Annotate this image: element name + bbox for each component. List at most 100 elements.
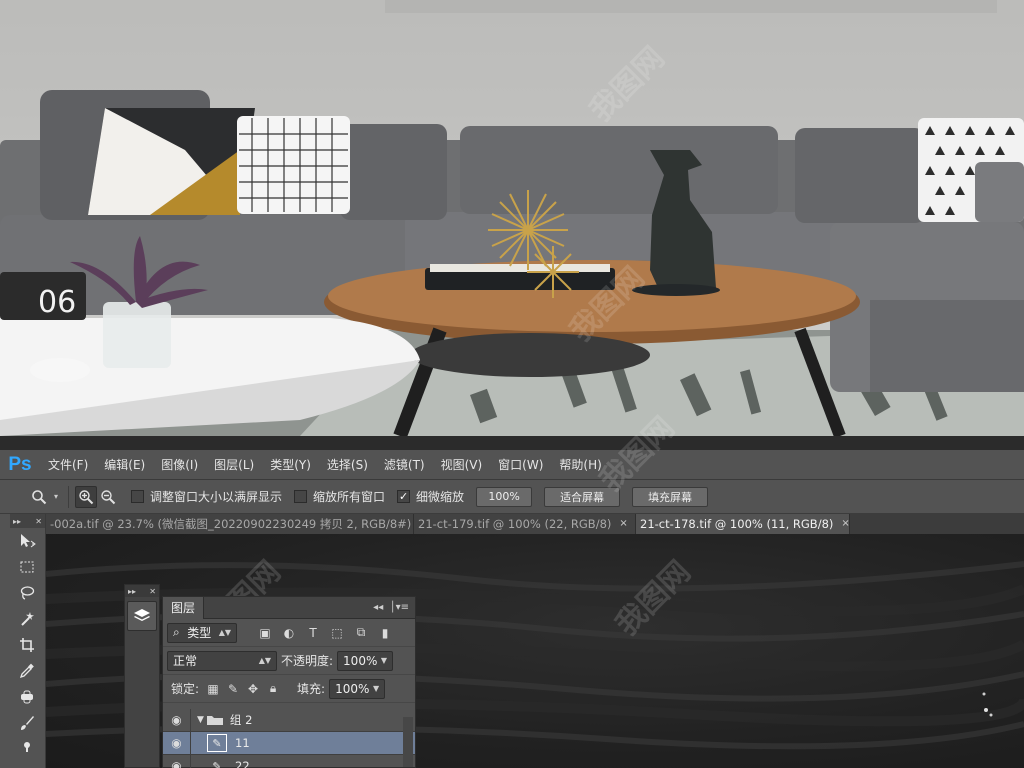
- fill-value: 100%: [335, 681, 370, 696]
- close-icon[interactable]: ✕: [35, 517, 42, 526]
- close-icon[interactable]: ×: [619, 514, 627, 534]
- checkbox-box[interactable]: [294, 490, 308, 503]
- menu-edit[interactable]: 编辑(E): [96, 450, 153, 480]
- smart-object-filter-icon[interactable]: ⧉: [349, 625, 373, 640]
- close-icon[interactable]: ×: [841, 514, 849, 534]
- layer-row-selected[interactable]: ◉ ✎ 11: [163, 731, 415, 755]
- chevron-down-icon[interactable]: ▼: [381, 656, 387, 665]
- zoom-in-icon[interactable]: [75, 485, 98, 508]
- zoom-all-windows-checkbox[interactable]: 缩放所有窗口: [294, 488, 385, 505]
- menu-layer[interactable]: 图层(L): [206, 450, 262, 480]
- menu-window[interactable]: 窗口(W): [490, 450, 551, 480]
- lasso-tool-icon[interactable]: [10, 580, 44, 606]
- room-photo: 06 我图网 我图网: [0, 0, 1024, 436]
- collapse-icon[interactable]: ▸▸: [13, 517, 21, 526]
- close-icon[interactable]: ✕: [149, 587, 156, 596]
- clock-digits: 06: [38, 285, 76, 320]
- chevron-down-icon[interactable]: ▼: [373, 684, 379, 693]
- lock-label: 锁定:: [171, 682, 200, 696]
- crop-tool-icon[interactable]: [10, 632, 44, 658]
- scrubby-zoom-label: 细微缩放: [416, 490, 465, 504]
- adjustment-filter-icon[interactable]: ◐: [277, 626, 301, 640]
- zoom-out-icon[interactable]: [97, 486, 119, 508]
- tab-document-1[interactable]: -002a.tif @ 23.7% (微信截图_20220902230249 拷…: [46, 514, 437, 534]
- layer-name: 22: [235, 759, 250, 768]
- opacity-field[interactable]: 100% ▼: [337, 650, 394, 671]
- clone-stamp-tool-icon[interactable]: [10, 736, 44, 762]
- layer-row-group[interactable]: ◉ ▼ 组 2: [163, 708, 415, 732]
- tab-title: 21-ct-179.tif @ 100% (22, RGB/8): [418, 517, 612, 531]
- panel-menu-icon[interactable]: ◂◂ │▾≡: [373, 602, 415, 613]
- document-tabs: -002a.tif @ 23.7% (微信截图_20220902230249 拷…: [46, 514, 1024, 534]
- chevron-down-icon[interactable]: ▾: [54, 492, 58, 501]
- zoom-100-button[interactable]: 100%: [476, 486, 533, 507]
- blend-row: 正常 ▲▼ 不透明度: 100% ▼: [163, 647, 415, 675]
- menu-file[interactable]: 文件(F): [40, 450, 96, 480]
- healing-brush-tool-icon[interactable]: [10, 684, 44, 710]
- fill-field[interactable]: 100% ▼: [329, 678, 386, 699]
- app-logo: Ps: [8, 453, 32, 475]
- collapsed-panel-dock: ▸▸ ✕: [124, 584, 160, 768]
- visibility-eye-icon[interactable]: ◉: [163, 731, 191, 755]
- image-filter-icon[interactable]: ▣: [253, 626, 277, 640]
- type-filter-icon[interactable]: T: [301, 626, 325, 640]
- move-tool-icon[interactable]: [10, 528, 44, 554]
- magic-wand-tool-icon[interactable]: [10, 606, 44, 632]
- checkbox-box[interactable]: [131, 490, 145, 503]
- filter-toggle-icon[interactable]: ▮: [373, 626, 397, 640]
- tab-document-3[interactable]: 21-ct-178.tif @ 100% (11, RGB/8) ×: [636, 514, 850, 534]
- lock-row: 锁定: ▦ ✎ ✥ 🔒︎ 填充: 100% ▼: [163, 675, 415, 703]
- menu-bar: Ps 文件(F) 编辑(E) 图像(I) 图层(L) 类型(Y) 选择(S) 滤…: [0, 450, 1024, 480]
- filter-row: ⌕ 类型 ▲▼ ▣ ◐ T ⬚ ⧉ ▮: [163, 619, 415, 647]
- visibility-eye-icon[interactable]: ◉: [163, 708, 191, 732]
- scrubby-zoom-checkbox[interactable]: ✓ 细微缩放: [397, 488, 464, 505]
- layer-name: 组 2: [229, 713, 253, 727]
- lock-position-icon[interactable]: ✥: [243, 682, 263, 696]
- menu-image[interactable]: 图像(I): [153, 450, 206, 480]
- tools-panel: ▸▸ ✕: [10, 514, 46, 768]
- blend-mode-value: 正常: [173, 654, 198, 668]
- brush-layer-thumbnail-icon: ✎: [207, 734, 227, 752]
- opacity-label: 不透明度:: [281, 654, 334, 668]
- tab-title: -002a.tif @ 23.7% (微信截图_20220902230249 拷…: [50, 517, 421, 531]
- filter-kind-select[interactable]: ⌕ 类型 ▲▼: [167, 622, 237, 643]
- zoom-tool-preset-icon[interactable]: [28, 486, 50, 508]
- photoshop-window: Ps 文件(F) 编辑(E) 图像(I) 图层(L) 类型(Y) 选择(S) 滤…: [0, 410, 1024, 768]
- lock-transparent-pixels-icon[interactable]: ▦: [203, 682, 223, 696]
- marquee-tool-icon[interactable]: [10, 554, 44, 580]
- visibility-eye-icon[interactable]: ◉: [163, 754, 191, 768]
- layers-scrollbar[interactable]: [403, 717, 413, 767]
- lock-image-pixels-icon[interactable]: ✎: [223, 682, 243, 696]
- layers-panel-toggle[interactable]: [127, 601, 157, 631]
- zoom-all-windows-label: 缩放所有窗口: [313, 490, 386, 504]
- shape-filter-icon[interactable]: ⬚: [325, 626, 349, 640]
- menu-help[interactable]: 帮助(H): [551, 450, 609, 480]
- blend-mode-select[interactable]: 正常 ▲▼: [167, 650, 277, 671]
- fit-screen-button[interactable]: 适合屏幕: [544, 486, 621, 507]
- fill-screen-button[interactable]: 填充屏幕: [632, 486, 709, 507]
- layer-row[interactable]: ◉ ✎ 22: [163, 754, 415, 768]
- tab-document-2[interactable]: 21-ct-179.tif @ 100% (22, RGB/8) ×: [414, 514, 636, 534]
- resize-windows-checkbox[interactable]: 调整窗口大小以满屏显示: [131, 488, 282, 505]
- expand-icon[interactable]: ▸▸: [128, 587, 136, 596]
- filter-kind-value: 类型: [187, 626, 212, 640]
- checkmark-icon[interactable]: ✓: [397, 490, 411, 503]
- search-icon: ⌕: [173, 625, 180, 639]
- tab-title: 21-ct-178.tif @ 100% (11, RGB/8): [640, 517, 834, 531]
- layers-panel-header: 图层 ◂◂ │▾≡: [163, 596, 415, 619]
- brush-layer-thumbnail-icon: ✎: [212, 759, 222, 768]
- resize-windows-label: 调整窗口大小以满屏显示: [150, 490, 283, 504]
- tools-panel-header: ▸▸ ✕: [10, 514, 45, 528]
- menu-filter[interactable]: 滤镜(T): [376, 450, 433, 480]
- eyedropper-tool-icon[interactable]: [10, 658, 44, 684]
- folder-icon: [206, 716, 223, 725]
- menu-select[interactable]: 选择(S): [319, 450, 376, 480]
- menu-view[interactable]: 视图(V): [433, 450, 491, 480]
- disclosure-triangle-icon[interactable]: ▼: [197, 715, 204, 725]
- opacity-value: 100%: [343, 653, 378, 668]
- layers-tab[interactable]: 图层: [163, 596, 205, 619]
- lock-all-icon[interactable]: 🔒︎: [263, 681, 283, 696]
- layer-name: 11: [235, 736, 250, 750]
- menu-type[interactable]: 类型(Y): [262, 450, 319, 480]
- brush-tool-icon[interactable]: [10, 710, 44, 736]
